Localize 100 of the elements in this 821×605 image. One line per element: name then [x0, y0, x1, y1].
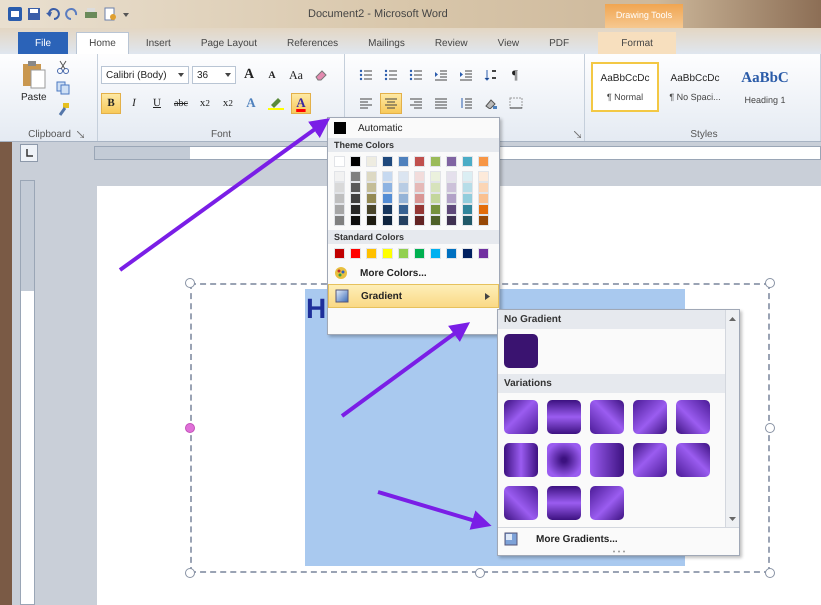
- color-swatch[interactable]: [430, 248, 441, 259]
- color-swatch[interactable]: [430, 215, 441, 226]
- color-swatch[interactable]: [334, 171, 345, 182]
- color-swatch[interactable]: [382, 215, 393, 226]
- shrink-font-button[interactable]: A: [262, 64, 282, 86]
- redo-icon[interactable]: [65, 7, 79, 21]
- gradient-swatch[interactable]: [547, 486, 581, 520]
- save-icon[interactable]: [27, 7, 41, 21]
- color-swatch[interactable]: [446, 171, 457, 182]
- color-swatch[interactable]: [398, 171, 409, 182]
- color-swatch[interactable]: [350, 193, 361, 204]
- color-swatch[interactable]: [382, 171, 393, 182]
- color-swatch[interactable]: [462, 215, 473, 226]
- color-swatch[interactable]: [382, 182, 393, 193]
- show-marks-button[interactable]: ¶: [505, 64, 525, 86]
- color-swatch[interactable]: [446, 215, 457, 226]
- color-swatch[interactable]: [366, 193, 377, 204]
- change-case-button[interactable]: Aa: [285, 64, 307, 86]
- ribbon-tab[interactable]: View: [484, 32, 532, 54]
- color-swatch[interactable]: [334, 193, 345, 204]
- color-swatch[interactable]: [398, 215, 409, 226]
- color-swatch[interactable]: [398, 156, 409, 167]
- color-swatch[interactable]: [334, 156, 345, 167]
- color-swatch[interactable]: [350, 171, 361, 182]
- color-swatch[interactable]: [334, 248, 345, 259]
- color-swatch[interactable]: [334, 182, 345, 193]
- color-swatch[interactable]: [446, 248, 457, 259]
- color-swatch[interactable]: [462, 248, 473, 259]
- resize-handle[interactable]: [765, 568, 775, 578]
- gradient-swatch[interactable]: [590, 486, 624, 520]
- tab-selector[interactable]: [20, 144, 38, 162]
- font-size-field[interactable]: 36: [192, 66, 236, 84]
- color-swatch[interactable]: [350, 204, 361, 215]
- gradient-swatch[interactable]: [547, 400, 581, 434]
- color-swatch[interactable]: [414, 204, 425, 215]
- gradient-swatch[interactable]: [590, 400, 624, 434]
- color-swatch[interactable]: [350, 156, 361, 167]
- color-swatch[interactable]: [398, 204, 409, 215]
- color-swatch[interactable]: [478, 171, 489, 182]
- color-swatch[interactable]: [462, 204, 473, 215]
- customize-caret-icon[interactable]: [122, 10, 130, 18]
- color-swatch[interactable]: [478, 182, 489, 193]
- resize-grip-icon[interactable]: [612, 550, 626, 553]
- gradient-swatch[interactable]: [633, 400, 667, 434]
- color-swatch[interactable]: [430, 182, 441, 193]
- color-swatch[interactable]: [366, 215, 377, 226]
- color-swatch[interactable]: [446, 156, 457, 167]
- color-swatch[interactable]: [366, 156, 377, 167]
- resize-handle[interactable]: [185, 278, 195, 288]
- color-swatch[interactable]: [414, 215, 425, 226]
- color-swatch[interactable]: [366, 182, 377, 193]
- color-swatch[interactable]: [382, 204, 393, 215]
- color-swatch[interactable]: [430, 193, 441, 204]
- file-tab[interactable]: File: [18, 32, 68, 54]
- ribbon-tab[interactable]: Format: [598, 32, 676, 54]
- color-swatch[interactable]: [350, 215, 361, 226]
- word-logo-icon[interactable]: [8, 7, 22, 21]
- ribbon-tab[interactable]: Insert: [132, 32, 184, 54]
- color-swatch[interactable]: [462, 171, 473, 182]
- italic-button[interactable]: I: [124, 92, 144, 114]
- color-swatch[interactable]: [414, 171, 425, 182]
- adjustment-handle[interactable]: [185, 423, 195, 433]
- color-swatch[interactable]: [334, 215, 345, 226]
- color-swatch[interactable]: [462, 182, 473, 193]
- color-swatch[interactable]: [334, 204, 345, 215]
- underline-button[interactable]: U: [147, 92, 167, 114]
- gradient-swatch[interactable]: [590, 443, 624, 477]
- scrollbar[interactable]: [725, 310, 739, 527]
- color-swatch[interactable]: [398, 248, 409, 259]
- dialog-launcher-icon[interactable]: [76, 130, 84, 138]
- menu-item[interactable]: More Colors...: [328, 262, 499, 284]
- color-swatch[interactable]: [398, 193, 409, 204]
- color-swatch[interactable]: [366, 248, 377, 259]
- color-swatch[interactable]: [430, 171, 441, 182]
- gradient-swatch[interactable]: [547, 443, 581, 477]
- color-swatch[interactable]: [446, 182, 457, 193]
- color-swatch[interactable]: [430, 204, 441, 215]
- color-swatch[interactable]: [414, 193, 425, 204]
- font-name-field[interactable]: Calibri (Body): [101, 66, 189, 84]
- color-swatch[interactable]: [478, 215, 489, 226]
- printer-icon[interactable]: [84, 7, 98, 21]
- color-swatch[interactable]: [366, 204, 377, 215]
- automatic-item[interactable]: Automatic: [328, 118, 499, 138]
- color-swatch[interactable]: [350, 248, 361, 259]
- gradient-swatch[interactable]: [504, 486, 538, 520]
- font-color-button[interactable]: A: [290, 92, 311, 114]
- color-swatch[interactable]: [382, 248, 393, 259]
- copy-icon[interactable]: [56, 81, 70, 95]
- color-swatch[interactable]: [478, 193, 489, 204]
- style-tile[interactable]: AaBbCcDc ¶ No Spaci...: [661, 62, 729, 112]
- ribbon-tab[interactable]: Review: [422, 32, 481, 54]
- gradient-swatch[interactable]: [504, 400, 538, 434]
- undo-icon[interactable]: [46, 7, 60, 21]
- style-tile[interactable]: AaBbC Heading 1: [731, 62, 799, 112]
- scissors-icon[interactable]: [56, 60, 70, 74]
- color-swatch[interactable]: [478, 248, 489, 259]
- color-swatch[interactable]: [350, 182, 361, 193]
- color-swatch[interactable]: [446, 193, 457, 204]
- gradient-swatch[interactable]: [676, 443, 710, 477]
- scroll-down-icon[interactable]: [728, 514, 737, 523]
